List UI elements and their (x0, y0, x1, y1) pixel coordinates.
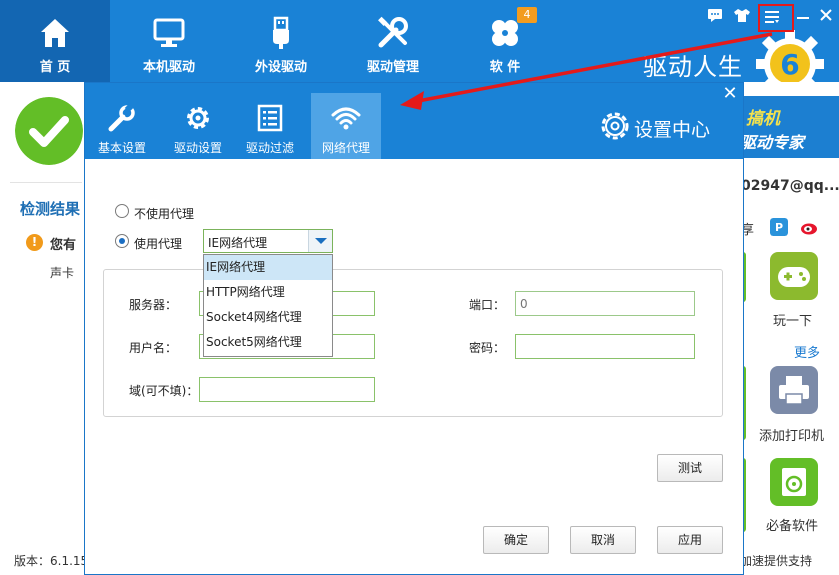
no-proxy-label: 不使用代理 (134, 207, 195, 221)
settings-dialog: 基本设置 驱动设置 驱动过滤 网络代理 设置中心 ✕ 不使用代理 使用代理 IE… (84, 82, 744, 575)
tab-driver-filter-label: 驱动过滤 (245, 141, 294, 155)
apply-button[interactable]: 应用 (657, 526, 723, 554)
close-icon[interactable] (817, 6, 835, 24)
wrench-icon (108, 103, 135, 132)
username-label: 用户名： (129, 341, 178, 355)
nav-home-label: 首 页 (39, 60, 71, 75)
chevron-down-icon[interactable] (308, 230, 332, 252)
home-icon (41, 19, 69, 47)
section-divider (10, 182, 82, 183)
tools-icon (378, 16, 408, 48)
nav-home[interactable]: 首 页 (0, 0, 110, 82)
qzone-share-icon[interactable]: P (770, 218, 788, 236)
gamepad-icon (778, 267, 810, 287)
proxy-option-ie[interactable]: IE网络代理 (204, 255, 332, 280)
brand-name: 驱动人生 (643, 53, 743, 81)
usb-icon (273, 16, 289, 49)
check-ok-icon (15, 97, 83, 165)
use-proxy-label: 使用代理 (134, 237, 183, 251)
domain-label: 域(可不填)： (129, 384, 199, 398)
port-input[interactable] (515, 291, 695, 316)
footer-support-text: 加速提供支持 (740, 554, 813, 568)
server-label: 服务器： (129, 298, 178, 312)
use-proxy-radio[interactable] (115, 234, 129, 248)
play-app-tile[interactable] (770, 252, 818, 300)
tab-basic-settings-label: 基本设置 (97, 141, 146, 155)
dialog-title: 设置中心 (634, 119, 711, 141)
test-button[interactable]: 测试 (657, 454, 723, 482)
tab-driver-settings-label: 驱动设置 (173, 141, 222, 155)
promo-banner[interactable]: 搞机 驱动专家 (740, 96, 839, 158)
tab-driver-settings[interactable]: 驱动设置 (163, 93, 233, 159)
proxy-type-dropdown-list: IE网络代理 HTTP网络代理 Socket4网络代理 Socket5网络代理 (203, 254, 333, 357)
port-label: 端口： (469, 298, 506, 312)
nav-driver-management[interactable]: 驱动管理 (338, 0, 448, 82)
svg-text:P: P (775, 221, 783, 234)
settings-gear-icon (601, 112, 629, 140)
nav-external-drivers[interactable]: 外设驱动 (226, 0, 336, 82)
tab-network-proxy[interactable]: 网络代理 (311, 93, 381, 159)
password-input[interactable] (515, 334, 695, 359)
proxy-type-value: IE网络代理 (208, 236, 268, 250)
promo-line2: 驱动专家 (740, 133, 805, 152)
main-toolbar: 首 页 本机驱动 外设驱动 驱动管理 软 件 4 驱动人生 6 (0, 0, 839, 98)
weibo-share-icon[interactable] (800, 218, 818, 236)
tab-network-proxy-label: 网络代理 (321, 141, 370, 155)
warning-icon: ! (26, 234, 43, 251)
software-update-badge: 4 (517, 7, 537, 23)
shirt-icon[interactable] (733, 6, 751, 24)
more-link[interactable]: 更多 (794, 342, 820, 361)
essential-app-label: 必备软件 (766, 519, 819, 534)
ok-button[interactable]: 确定 (483, 526, 549, 554)
tab-basic-settings[interactable]: 基本设置 (87, 93, 157, 159)
monitor-icon (153, 18, 185, 47)
brand-logo-digit: 6 (780, 48, 799, 81)
proxy-type-select[interactable]: IE网络代理 (203, 229, 333, 253)
printer-app-tile[interactable] (770, 366, 818, 414)
nav-local-drivers[interactable]: 本机驱动 (114, 0, 224, 82)
nav-external-drivers-label: 外设驱动 (254, 60, 307, 75)
menu-highlight-box (758, 4, 794, 32)
printer-icon (779, 376, 809, 405)
proxy-option-socket5[interactable]: Socket5网络代理 (204, 330, 332, 355)
essential-app-tile[interactable] (770, 458, 818, 506)
promo-line1: 搞机 (746, 109, 780, 129)
nav-local-drivers-label: 本机驱动 (142, 60, 195, 75)
dialog-header: 基本设置 驱动设置 驱动过滤 网络代理 设置中心 ✕ (85, 83, 743, 159)
list-icon (257, 104, 283, 132)
printer-app-label: 添加打印机 (759, 429, 825, 444)
password-label: 密码： (469, 341, 506, 355)
detect-result-title: 检测结果 (20, 200, 81, 218)
wifi-icon (331, 107, 361, 130)
tab-driver-filter[interactable]: 驱动过滤 (235, 93, 305, 159)
nav-driver-management-label: 驱动管理 (366, 60, 419, 75)
proxy-option-http[interactable]: HTTP网络代理 (204, 280, 332, 305)
warning-text: 您有 (50, 238, 77, 253)
cancel-button[interactable]: 取消 (570, 526, 636, 554)
account-email[interactable]: 02947@qq.... (741, 178, 839, 194)
play-app-label: 玩一下 (773, 314, 813, 329)
nav-software[interactable]: 软 件 (450, 0, 560, 82)
minimize-icon[interactable] (794, 6, 812, 24)
gear-icon (187, 107, 209, 129)
proxy-settings-group: 服务器： 端口： 用户名： 密码： 域(可不填)： (103, 269, 723, 417)
nav-software-label: 软 件 (489, 60, 521, 75)
disc-icon (782, 468, 806, 496)
domain-input[interactable] (199, 377, 375, 402)
dialog-close-button[interactable]: ✕ (721, 85, 739, 103)
version-label: 版本：6.1.15 (14, 554, 89, 568)
no-proxy-radio[interactable] (115, 204, 129, 218)
chat-icon[interactable] (706, 6, 724, 24)
proxy-option-socket4[interactable]: Socket4网络代理 (204, 305, 332, 330)
sound-card-label: 声卡 (50, 266, 75, 280)
